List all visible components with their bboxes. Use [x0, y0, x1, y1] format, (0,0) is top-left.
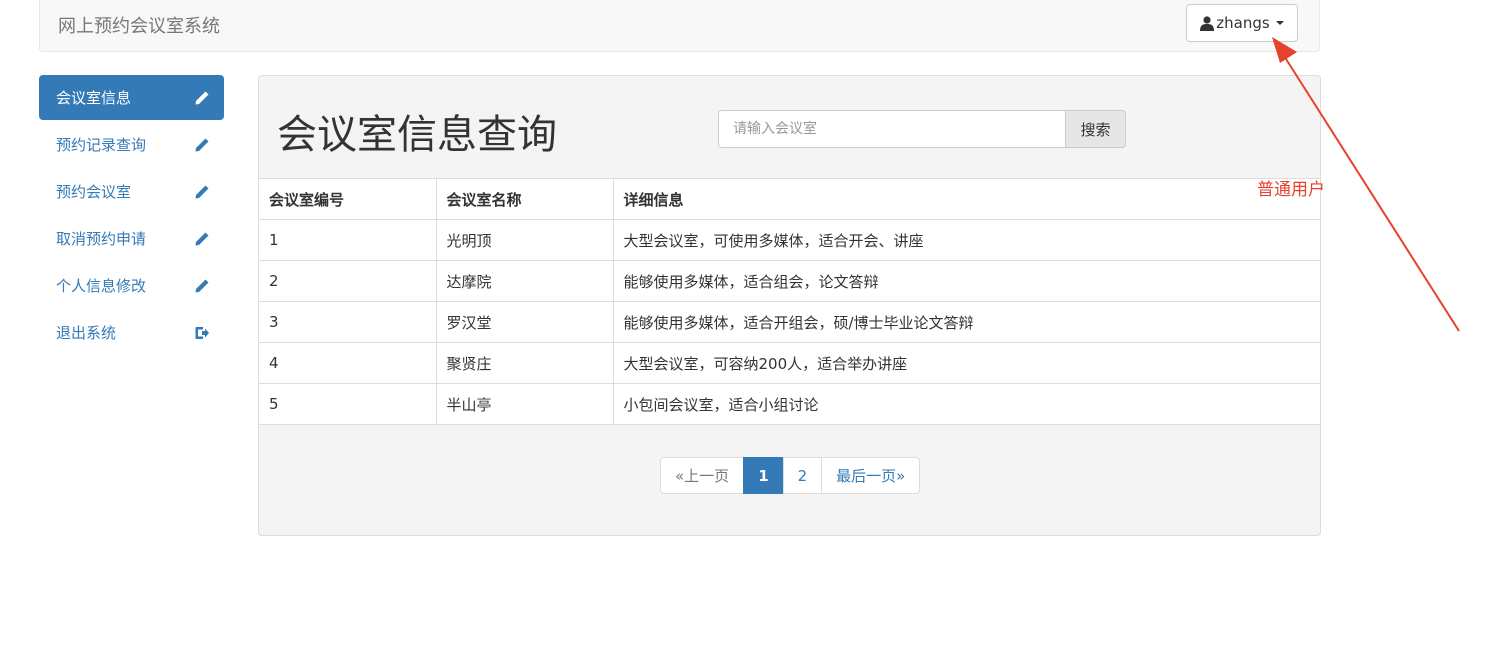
annotation-arrow	[1272, 37, 1460, 332]
